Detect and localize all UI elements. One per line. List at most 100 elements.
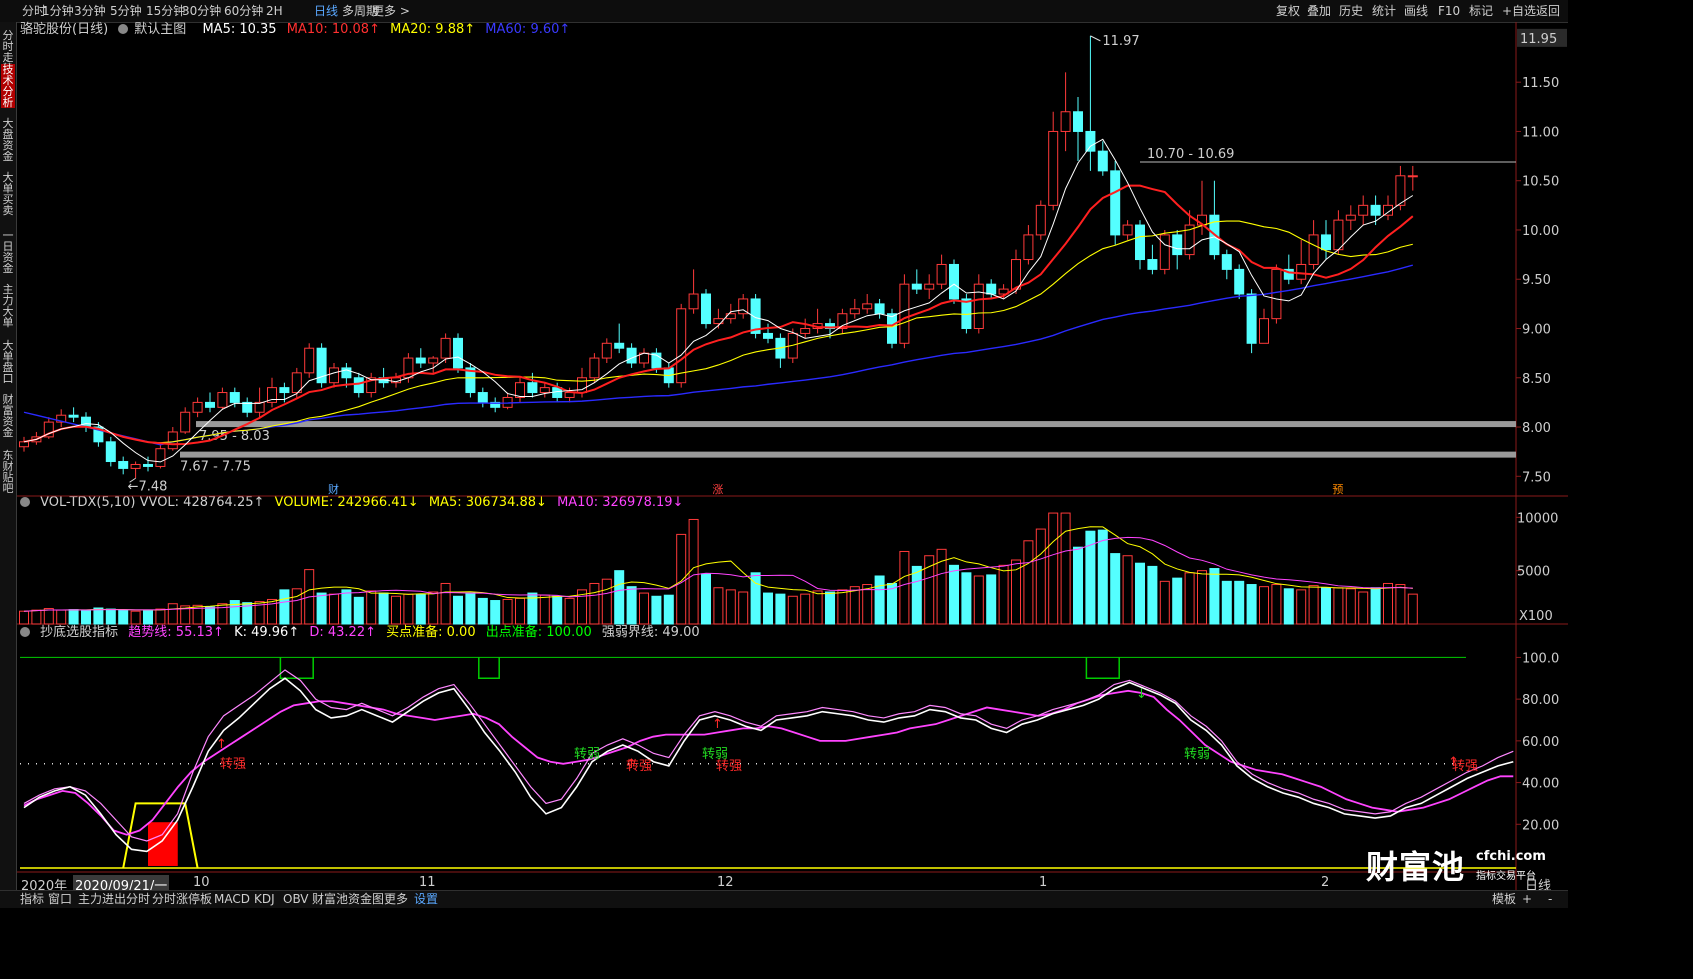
bottom-tab-4[interactable]: MACD <box>214 892 250 907</box>
event-marker-2: 预 <box>1332 483 1343 496</box>
resistance-label: 10.70 - 10.69 <box>1147 147 1234 162</box>
candle <box>1358 204 1369 216</box>
candle <box>763 332 773 339</box>
axis-month-1: 11 <box>419 875 436 890</box>
volume-bar <box>800 593 811 625</box>
bottom-right-control-1[interactable]: + <box>1522 892 1532 907</box>
volume-bar <box>552 595 563 625</box>
candle <box>118 461 129 469</box>
watermark-domain: cfchi.com <box>1476 849 1546 864</box>
volume-bar <box>986 574 997 625</box>
candle <box>477 392 488 403</box>
volume-bar <box>1097 529 1108 625</box>
candle <box>229 392 240 403</box>
high-price-label: 11.97 <box>1102 34 1139 49</box>
volume-bar <box>1023 540 1034 625</box>
volume-bar <box>143 610 153 625</box>
candle <box>192 401 203 413</box>
candle <box>800 328 811 334</box>
candle <box>887 313 897 344</box>
main-y-tick-7: 8.00 <box>1522 421 1551 436</box>
indicator-k-line <box>23 677 1514 853</box>
bottom-tab-5[interactable]: KDJ <box>254 892 275 907</box>
main-y-tick-4: 9.50 <box>1522 273 1551 288</box>
indicator-trend-line <box>23 669 1514 842</box>
bottom-tab-8[interactable]: 更多 <box>384 892 408 907</box>
bottom-right-control-2[interactable]: - <box>1548 892 1552 907</box>
candle <box>205 401 215 408</box>
volume-bar <box>825 591 835 625</box>
candle <box>936 263 947 285</box>
volume-bar <box>329 593 339 625</box>
candle <box>415 357 426 364</box>
kline-chart[interactable]: 11.50 11.00 10.50 10.00 9.50 9.00 8.50 8.00 7.50… <box>0 0 1568 907</box>
bottom-right-control-0[interactable]: 模板 <box>1492 892 1516 907</box>
bottom-tab-6[interactable]: OBV <box>283 892 309 907</box>
ma5-line <box>23 138 1414 463</box>
candle <box>440 337 451 359</box>
candle <box>353 377 364 394</box>
volume-bar <box>93 607 104 625</box>
candle <box>1035 204 1046 236</box>
date-axis: 2020年 2020/09/21/一 10 11 12 1 2 日线 <box>17 873 1551 894</box>
axis-month-4: 2 <box>1321 875 1330 890</box>
volume-bar <box>949 564 959 625</box>
candle <box>279 387 290 394</box>
indicator-d-line <box>23 689 1514 836</box>
volume-bar <box>1271 584 1282 625</box>
candle <box>1060 111 1071 132</box>
candle <box>68 414 79 418</box>
watermark-subtitle: 指标交易平台 <box>1476 871 1536 882</box>
volume-bar <box>1209 568 1220 625</box>
volume-bar <box>378 592 389 625</box>
volume-bar <box>663 594 674 625</box>
candle <box>1172 234 1183 256</box>
candle <box>1345 214 1356 221</box>
bottom-tab-9[interactable]: 设置 <box>414 892 438 907</box>
volume-bar <box>291 588 302 625</box>
signal-arrow-4: ↑ <box>1448 755 1459 770</box>
volume-bar <box>713 587 724 625</box>
candle <box>1234 268 1245 295</box>
bottom-tab-2[interactable]: 主力进出分时 <box>78 892 150 907</box>
volume-bar <box>887 582 897 625</box>
volume-bar <box>1246 584 1257 625</box>
main-y-tick-2: 10.50 <box>1522 175 1559 190</box>
ma20-line <box>23 220 1413 444</box>
volume-bar <box>998 564 1009 625</box>
volume-bar <box>453 595 463 625</box>
candle <box>973 283 984 330</box>
volume-bar <box>738 591 749 625</box>
volume-bar <box>1184 572 1195 625</box>
indicator-y-tick-3: 40.00 <box>1522 777 1559 792</box>
volume-bar <box>56 609 67 625</box>
volume-bar <box>1110 553 1121 625</box>
bottom-tab-7[interactable]: 财富池资金图 <box>312 892 384 907</box>
main-y-tick-8: 7.50 <box>1522 470 1551 485</box>
indicator-y-tick-2: 60.00 <box>1522 735 1559 750</box>
exit-signal-bracket-2 <box>1085 657 1120 680</box>
candle <box>155 448 166 467</box>
bottom-tab-1[interactable]: 窗口 <box>48 892 72 907</box>
main-y-tick-0: 11.50 <box>1522 76 1559 91</box>
bottom-tab-3[interactable]: 分时涨停板 <box>152 892 212 907</box>
exit-signal-bracket-0 <box>279 657 314 680</box>
volume-bar <box>862 584 873 625</box>
candle <box>874 303 885 315</box>
volume-bar <box>81 610 91 625</box>
candle <box>1246 293 1257 344</box>
volume-bar <box>341 589 352 625</box>
volume-bar <box>68 609 79 625</box>
bottom-tab-0[interactable]: 指标 <box>20 892 44 907</box>
candle <box>924 283 935 290</box>
event-marker-1: 涨 <box>712 483 723 496</box>
volume-bar <box>515 597 525 625</box>
volume-bar <box>428 591 439 625</box>
buy-signal-block <box>148 822 178 866</box>
volume-bar <box>353 596 364 625</box>
candle <box>849 308 860 315</box>
indicator-y-tick-1: 80.00 <box>1522 693 1559 708</box>
volume-bar <box>961 572 972 625</box>
volume-unit-label: X100 <box>1519 609 1553 624</box>
candle <box>539 387 550 394</box>
